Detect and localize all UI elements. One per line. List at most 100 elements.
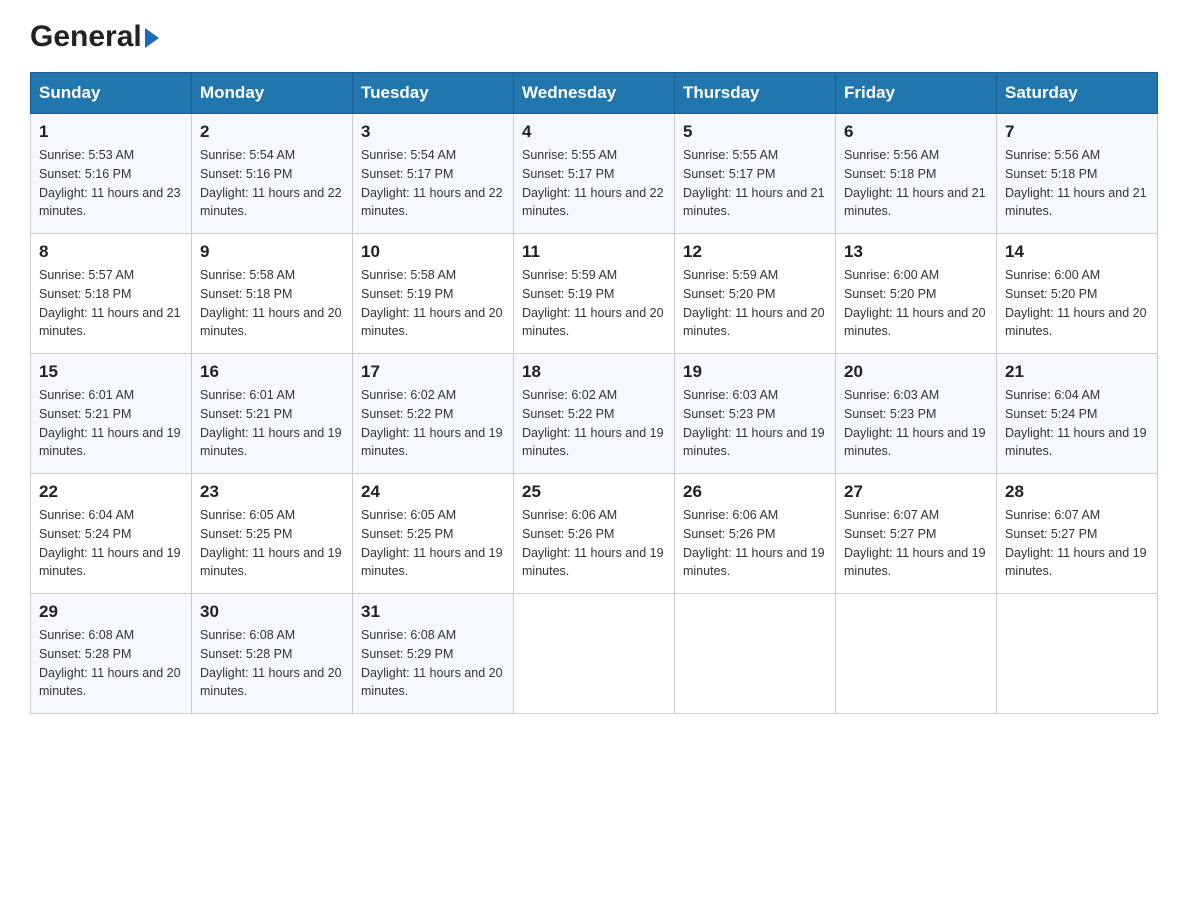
day-number: 29 xyxy=(39,602,183,622)
calendar-header-wednesday: Wednesday xyxy=(514,73,675,114)
day-number: 27 xyxy=(844,482,988,502)
day-info: Sunrise: 6:08 AMSunset: 5:28 PMDaylight:… xyxy=(39,628,181,698)
calendar-header-saturday: Saturday xyxy=(997,73,1158,114)
calendar-header-thursday: Thursday xyxy=(675,73,836,114)
day-number: 31 xyxy=(361,602,505,622)
calendar-week-row: 29 Sunrise: 6:08 AMSunset: 5:28 PMDaylig… xyxy=(31,594,1158,714)
calendar-week-row: 8 Sunrise: 5:57 AMSunset: 5:18 PMDayligh… xyxy=(31,234,1158,354)
calendar-cell: 23 Sunrise: 6:05 AMSunset: 5:25 PMDaylig… xyxy=(192,474,353,594)
day-number: 6 xyxy=(844,122,988,142)
day-info: Sunrise: 5:56 AMSunset: 5:18 PMDaylight:… xyxy=(1005,148,1147,218)
calendar-cell: 2 Sunrise: 5:54 AMSunset: 5:16 PMDayligh… xyxy=(192,114,353,234)
day-info: Sunrise: 6:02 AMSunset: 5:22 PMDaylight:… xyxy=(522,388,664,458)
day-info: Sunrise: 5:55 AMSunset: 5:17 PMDaylight:… xyxy=(522,148,664,218)
calendar-header-monday: Monday xyxy=(192,73,353,114)
calendar-cell: 16 Sunrise: 6:01 AMSunset: 5:21 PMDaylig… xyxy=(192,354,353,474)
day-number: 11 xyxy=(522,242,666,262)
calendar-cell: 28 Sunrise: 6:07 AMSunset: 5:27 PMDaylig… xyxy=(997,474,1158,594)
day-number: 7 xyxy=(1005,122,1149,142)
day-number: 9 xyxy=(200,242,344,262)
day-number: 13 xyxy=(844,242,988,262)
calendar-cell: 13 Sunrise: 6:00 AMSunset: 5:20 PMDaylig… xyxy=(836,234,997,354)
day-number: 21 xyxy=(1005,362,1149,382)
logo: General xyxy=(30,20,159,54)
day-number: 23 xyxy=(200,482,344,502)
logo-general: General xyxy=(30,20,142,54)
day-info: Sunrise: 5:54 AMSunset: 5:17 PMDaylight:… xyxy=(361,148,503,218)
calendar-header-friday: Friday xyxy=(836,73,997,114)
day-info: Sunrise: 6:04 AMSunset: 5:24 PMDaylight:… xyxy=(1005,388,1147,458)
calendar-cell: 30 Sunrise: 6:08 AMSunset: 5:28 PMDaylig… xyxy=(192,594,353,714)
day-info: Sunrise: 6:08 AMSunset: 5:28 PMDaylight:… xyxy=(200,628,342,698)
day-number: 3 xyxy=(361,122,505,142)
day-number: 26 xyxy=(683,482,827,502)
day-info: Sunrise: 6:05 AMSunset: 5:25 PMDaylight:… xyxy=(200,508,342,578)
day-number: 4 xyxy=(522,122,666,142)
day-number: 16 xyxy=(200,362,344,382)
day-info: Sunrise: 5:55 AMSunset: 5:17 PMDaylight:… xyxy=(683,148,825,218)
calendar-cell: 14 Sunrise: 6:00 AMSunset: 5:20 PMDaylig… xyxy=(997,234,1158,354)
day-info: Sunrise: 6:06 AMSunset: 5:26 PMDaylight:… xyxy=(522,508,664,578)
calendar-cell: 5 Sunrise: 5:55 AMSunset: 5:17 PMDayligh… xyxy=(675,114,836,234)
calendar-cell xyxy=(836,594,997,714)
calendar-cell xyxy=(675,594,836,714)
calendar-cell: 3 Sunrise: 5:54 AMSunset: 5:17 PMDayligh… xyxy=(353,114,514,234)
calendar-cell: 11 Sunrise: 5:59 AMSunset: 5:19 PMDaylig… xyxy=(514,234,675,354)
day-info: Sunrise: 5:53 AMSunset: 5:16 PMDaylight:… xyxy=(39,148,181,218)
calendar-cell: 7 Sunrise: 5:56 AMSunset: 5:18 PMDayligh… xyxy=(997,114,1158,234)
calendar-cell: 29 Sunrise: 6:08 AMSunset: 5:28 PMDaylig… xyxy=(31,594,192,714)
calendar-week-row: 15 Sunrise: 6:01 AMSunset: 5:21 PMDaylig… xyxy=(31,354,1158,474)
calendar-cell: 8 Sunrise: 5:57 AMSunset: 5:18 PMDayligh… xyxy=(31,234,192,354)
calendar-cell: 4 Sunrise: 5:55 AMSunset: 5:17 PMDayligh… xyxy=(514,114,675,234)
calendar-cell: 6 Sunrise: 5:56 AMSunset: 5:18 PMDayligh… xyxy=(836,114,997,234)
calendar-cell: 15 Sunrise: 6:01 AMSunset: 5:21 PMDaylig… xyxy=(31,354,192,474)
day-number: 5 xyxy=(683,122,827,142)
calendar-cell: 1 Sunrise: 5:53 AMSunset: 5:16 PMDayligh… xyxy=(31,114,192,234)
day-number: 2 xyxy=(200,122,344,142)
day-info: Sunrise: 6:07 AMSunset: 5:27 PMDaylight:… xyxy=(1005,508,1147,578)
day-info: Sunrise: 6:01 AMSunset: 5:21 PMDaylight:… xyxy=(200,388,342,458)
calendar-cell: 24 Sunrise: 6:05 AMSunset: 5:25 PMDaylig… xyxy=(353,474,514,594)
day-info: Sunrise: 5:56 AMSunset: 5:18 PMDaylight:… xyxy=(844,148,986,218)
day-number: 19 xyxy=(683,362,827,382)
day-info: Sunrise: 5:57 AMSunset: 5:18 PMDaylight:… xyxy=(39,268,181,338)
calendar-cell: 22 Sunrise: 6:04 AMSunset: 5:24 PMDaylig… xyxy=(31,474,192,594)
calendar-cell xyxy=(514,594,675,714)
calendar-cell: 17 Sunrise: 6:02 AMSunset: 5:22 PMDaylig… xyxy=(353,354,514,474)
day-number: 30 xyxy=(200,602,344,622)
day-info: Sunrise: 5:54 AMSunset: 5:16 PMDaylight:… xyxy=(200,148,342,218)
calendar-header-sunday: Sunday xyxy=(31,73,192,114)
day-number: 17 xyxy=(361,362,505,382)
day-info: Sunrise: 5:58 AMSunset: 5:19 PMDaylight:… xyxy=(361,268,503,338)
day-number: 10 xyxy=(361,242,505,262)
calendar-table: SundayMondayTuesdayWednesdayThursdayFrid… xyxy=(30,72,1158,714)
calendar-week-row: 1 Sunrise: 5:53 AMSunset: 5:16 PMDayligh… xyxy=(31,114,1158,234)
calendar-week-row: 22 Sunrise: 6:04 AMSunset: 5:24 PMDaylig… xyxy=(31,474,1158,594)
calendar-cell: 25 Sunrise: 6:06 AMSunset: 5:26 PMDaylig… xyxy=(514,474,675,594)
calendar-cell: 18 Sunrise: 6:02 AMSunset: 5:22 PMDaylig… xyxy=(514,354,675,474)
page-header: General xyxy=(30,20,1158,54)
calendar-cell: 10 Sunrise: 5:58 AMSunset: 5:19 PMDaylig… xyxy=(353,234,514,354)
day-info: Sunrise: 6:01 AMSunset: 5:21 PMDaylight:… xyxy=(39,388,181,458)
calendar-cell xyxy=(997,594,1158,714)
day-info: Sunrise: 6:06 AMSunset: 5:26 PMDaylight:… xyxy=(683,508,825,578)
calendar-cell: 26 Sunrise: 6:06 AMSunset: 5:26 PMDaylig… xyxy=(675,474,836,594)
day-info: Sunrise: 6:07 AMSunset: 5:27 PMDaylight:… xyxy=(844,508,986,578)
day-info: Sunrise: 6:08 AMSunset: 5:29 PMDaylight:… xyxy=(361,628,503,698)
day-number: 28 xyxy=(1005,482,1149,502)
day-number: 20 xyxy=(844,362,988,382)
day-info: Sunrise: 6:00 AMSunset: 5:20 PMDaylight:… xyxy=(844,268,986,338)
day-number: 24 xyxy=(361,482,505,502)
calendar-cell: 12 Sunrise: 5:59 AMSunset: 5:20 PMDaylig… xyxy=(675,234,836,354)
day-number: 25 xyxy=(522,482,666,502)
calendar-cell: 27 Sunrise: 6:07 AMSunset: 5:27 PMDaylig… xyxy=(836,474,997,594)
day-number: 12 xyxy=(683,242,827,262)
day-info: Sunrise: 5:58 AMSunset: 5:18 PMDaylight:… xyxy=(200,268,342,338)
day-info: Sunrise: 6:00 AMSunset: 5:20 PMDaylight:… xyxy=(1005,268,1147,338)
calendar-cell: 31 Sunrise: 6:08 AMSunset: 5:29 PMDaylig… xyxy=(353,594,514,714)
calendar-cell: 20 Sunrise: 6:03 AMSunset: 5:23 PMDaylig… xyxy=(836,354,997,474)
calendar-cell: 9 Sunrise: 5:58 AMSunset: 5:18 PMDayligh… xyxy=(192,234,353,354)
day-info: Sunrise: 5:59 AMSunset: 5:19 PMDaylight:… xyxy=(522,268,664,338)
day-number: 22 xyxy=(39,482,183,502)
calendar-cell: 19 Sunrise: 6:03 AMSunset: 5:23 PMDaylig… xyxy=(675,354,836,474)
